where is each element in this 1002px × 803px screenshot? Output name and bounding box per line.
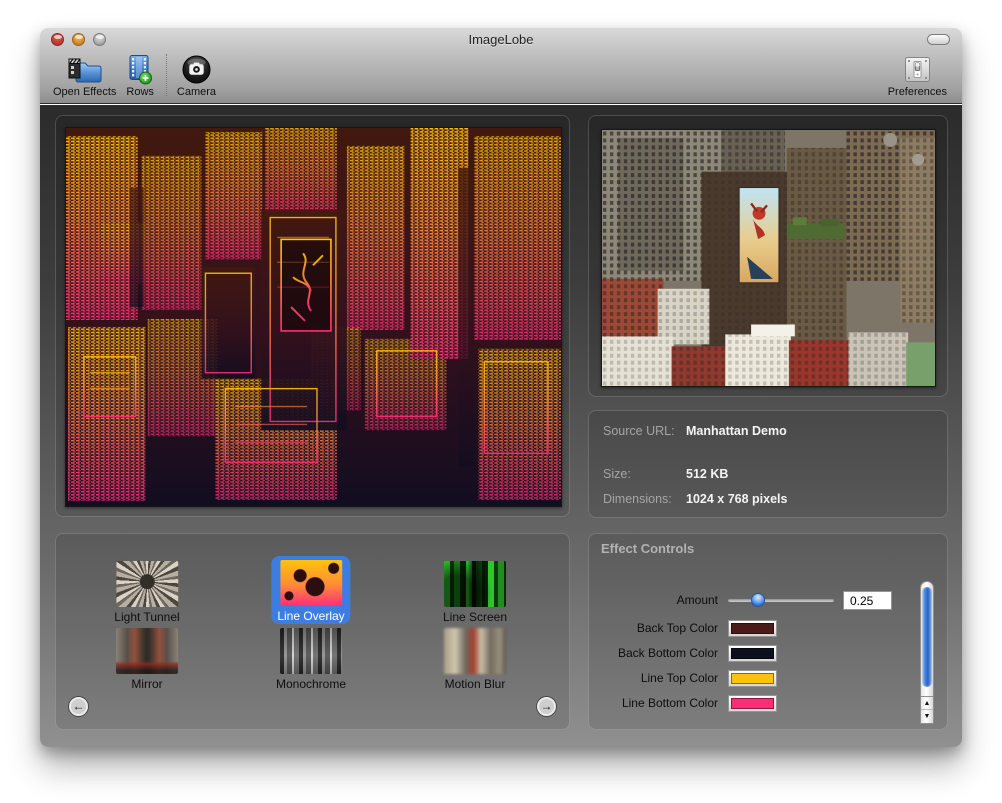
camera-button[interactable]: Camera bbox=[177, 53, 216, 98]
toolbar-toggle-pill[interactable] bbox=[927, 34, 950, 45]
back-bottom-color-chip bbox=[731, 648, 774, 659]
line-bottom-color-label: Line Bottom Color bbox=[589, 696, 728, 710]
back-top-color-well[interactable] bbox=[728, 620, 777, 637]
amount-row: Amount 0.25 bbox=[589, 590, 892, 610]
rows-button[interactable]: Rows bbox=[126, 53, 154, 98]
back-top-color-chip bbox=[731, 623, 774, 634]
line-bottom-color-row: Line Bottom Color bbox=[589, 693, 777, 713]
amount-slider-thumb[interactable] bbox=[751, 593, 765, 607]
processed-preview-panel bbox=[55, 115, 570, 517]
source-photo-panel bbox=[588, 115, 948, 397]
effect-item-line-screen[interactable]: Line Screen bbox=[443, 561, 507, 624]
source-url-value: Manhattan Demo bbox=[686, 424, 936, 438]
rows-label: Rows bbox=[126, 86, 154, 98]
scroll-up-arrow[interactable]: ▲ bbox=[921, 697, 933, 710]
line-top-color-chip bbox=[731, 673, 774, 684]
line-screen-label: Line Screen bbox=[443, 610, 507, 624]
back-top-color-row: Back Top Color bbox=[589, 618, 777, 638]
open-effects-button[interactable]: Open Effects bbox=[53, 53, 116, 98]
mirror-label: Mirror bbox=[131, 677, 162, 691]
light-tunnel-thumbnail bbox=[116, 561, 178, 607]
effect-item-line-overlay[interactable]: Line Overlay bbox=[271, 556, 350, 624]
source-url-row: Source URL: Manhattan Demo bbox=[603, 424, 675, 438]
dimensions-value: 1024 x 768 pixels bbox=[686, 492, 936, 506]
line-overlay-label: Line Overlay bbox=[277, 609, 344, 623]
back-top-color-label: Back Top Color bbox=[589, 621, 728, 635]
scrollbar-buttons: ▲ ▼ bbox=[920, 696, 934, 724]
monochrome-label: Monochrome bbox=[276, 677, 346, 691]
amount-label: Amount bbox=[589, 593, 728, 607]
mirror-thumbnail bbox=[116, 628, 178, 674]
filmstrip-add-icon bbox=[127, 53, 153, 85]
effect-controls-title: Effect Controls bbox=[601, 541, 694, 556]
line-top-color-row: Line Top Color bbox=[589, 668, 777, 688]
dimensions-row: Dimensions: 1024 x 768 pixels bbox=[603, 492, 672, 506]
size-value: 512 KB bbox=[686, 467, 936, 481]
preferences-button[interactable]: Preferences bbox=[888, 53, 947, 98]
size-row: Size: 512 KB bbox=[603, 467, 631, 481]
image-info-panel: Source URL: Manhattan Demo Size: 512 KB … bbox=[588, 410, 948, 518]
effects-browser-panel: Light Tunnel Line Overlay Line Screen Mi… bbox=[55, 533, 570, 730]
line-screen-thumbnail bbox=[444, 561, 506, 607]
toolbar-separator bbox=[166, 54, 167, 96]
window-title: ImageLobe bbox=[40, 32, 962, 47]
app-window: ImageLobe bbox=[40, 28, 962, 747]
amount-slider[interactable] bbox=[728, 593, 834, 607]
folder-clapper-icon bbox=[67, 53, 103, 85]
amount-value-field[interactable]: 0.25 bbox=[843, 591, 892, 610]
toolbar: Open Effects bbox=[40, 48, 962, 103]
camera-icon bbox=[181, 53, 212, 85]
line-top-color-well[interactable] bbox=[728, 670, 777, 687]
preferences-label: Preferences bbox=[888, 86, 947, 98]
line-top-color-label: Line Top Color bbox=[589, 671, 728, 685]
controls-scrollbar[interactable]: ▲ ▼ bbox=[920, 581, 934, 724]
motion-blur-thumbnail bbox=[444, 628, 506, 674]
size-label: Size: bbox=[603, 467, 631, 481]
effect-item-monochrome[interactable]: Monochrome bbox=[276, 628, 346, 691]
effect-item-light-tunnel[interactable]: Light Tunnel bbox=[114, 561, 179, 624]
content-area: Source URL: Manhattan Demo Size: 512 KB … bbox=[40, 105, 962, 747]
monochrome-thumbnail bbox=[280, 628, 342, 674]
back-bottom-color-row: Back Bottom Color bbox=[589, 643, 777, 663]
title-bar: ImageLobe bbox=[40, 28, 962, 104]
open-effects-label: Open Effects bbox=[53, 86, 116, 98]
motion-blur-label: Motion Blur bbox=[445, 677, 506, 691]
line-bottom-color-well[interactable] bbox=[728, 695, 777, 712]
dimensions-label: Dimensions: bbox=[603, 492, 672, 506]
source-url-label: Source URL: bbox=[603, 424, 675, 438]
effect-controls-panel: Effect Controls Amount 0.25 Back Top Col… bbox=[588, 533, 948, 730]
line-bottom-color-chip bbox=[731, 698, 774, 709]
original-photo bbox=[601, 129, 936, 387]
back-bottom-color-well[interactable] bbox=[728, 645, 777, 662]
scroll-down-arrow[interactable]: ▼ bbox=[921, 710, 933, 723]
scrollbar-thumb[interactable] bbox=[922, 587, 932, 687]
effect-item-mirror[interactable]: Mirror bbox=[116, 628, 178, 691]
light-tunnel-label: Light Tunnel bbox=[114, 610, 179, 624]
next-effects-arrow-button[interactable]: → bbox=[537, 697, 556, 716]
effect-item-motion-blur[interactable]: Motion Blur bbox=[444, 628, 506, 691]
light-switch-icon bbox=[904, 53, 931, 85]
camera-label: Camera bbox=[177, 86, 216, 98]
line-overlay-thumbnail bbox=[280, 560, 342, 606]
previous-effects-arrow-button[interactable]: ← bbox=[69, 697, 88, 716]
back-bottom-color-label: Back Bottom Color bbox=[589, 646, 728, 660]
amount-slider-track[interactable] bbox=[728, 598, 834, 602]
processed-image bbox=[65, 127, 562, 507]
